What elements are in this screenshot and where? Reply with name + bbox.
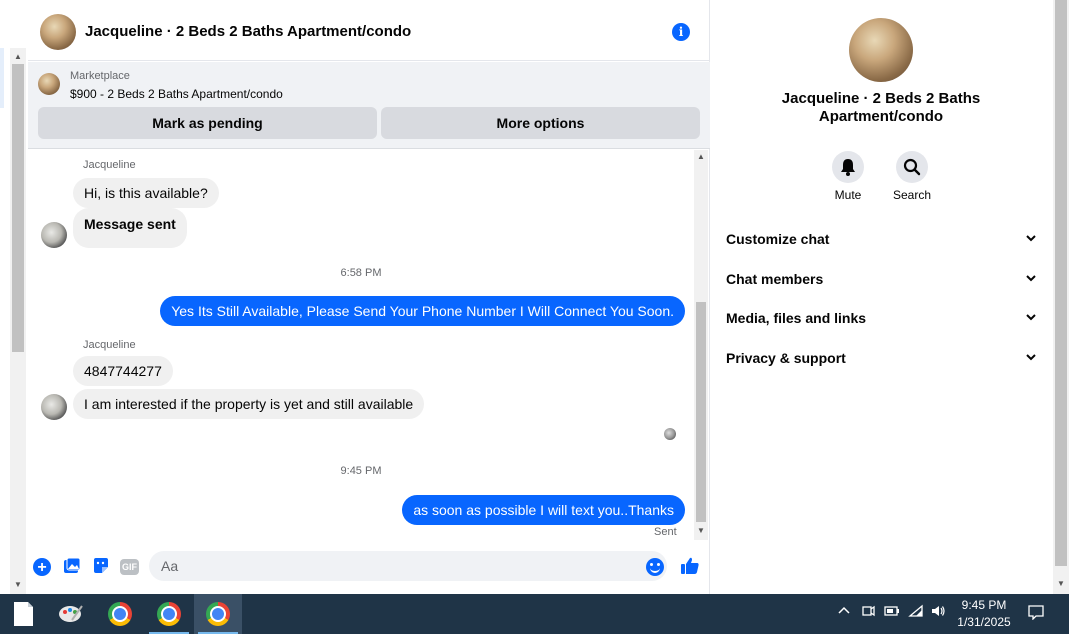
conversation-avatar[interactable] xyxy=(40,14,76,50)
mute-label: Mute xyxy=(834,188,862,202)
sender-avatar[interactable] xyxy=(41,394,67,420)
chrome-icon xyxy=(206,602,230,626)
incoming-message[interactable]: I am interested if the property is yet a… xyxy=(73,389,425,419)
clock-time[interactable]: 9:45 PM xyxy=(950,598,1018,612)
listing-thumbnail[interactable] xyxy=(38,73,60,95)
section-media-files-links[interactable]: Media, files and links xyxy=(726,300,1038,336)
composer: + GIF xyxy=(28,548,710,588)
conversation-title[interactable]: Jacqueline · 2 Beds 2 Baths Apartment/co… xyxy=(85,23,411,40)
chrome-icon xyxy=(157,602,181,626)
chevron-down-icon xyxy=(1026,354,1036,361)
taskbar-chrome-profile-active[interactable] xyxy=(194,594,242,634)
scrollbar-thumb[interactable] xyxy=(12,64,24,352)
incoming-message[interactable]: 4847744277 xyxy=(73,356,173,386)
chevron-down-icon xyxy=(1026,275,1036,282)
scroll-down-arrow[interactable]: ▼ xyxy=(1053,579,1069,588)
incoming-message[interactable]: Hi, is this available? xyxy=(73,178,219,208)
taskbar-file-explorer[interactable] xyxy=(0,594,48,634)
incoming-message[interactable]: Message sent xyxy=(73,208,187,248)
scroll-down-arrow[interactable]: ▼ xyxy=(10,578,26,592)
section-label: Customize chat xyxy=(726,231,830,247)
page-edge xyxy=(0,48,4,108)
chevron-up-icon[interactable] xyxy=(834,604,854,621)
timestamp: 6:58 PM xyxy=(340,267,382,279)
mute-button[interactable] xyxy=(832,151,864,183)
taskbar: 9:45 PM 1/31/2025 xyxy=(0,594,1069,634)
outgoing-message[interactable]: as soon as possible I will text you..Tha… xyxy=(402,495,685,525)
section-label: Chat members xyxy=(726,271,824,287)
listing-title[interactable]: $900 - 2 Beds 2 Baths Apartment/condo xyxy=(70,87,283,101)
scroll-up-arrow[interactable]: ▲ xyxy=(694,152,708,161)
taskbar-chrome-profile-a[interactable] xyxy=(145,594,193,634)
section-chat-members[interactable]: Chat members xyxy=(726,261,1038,297)
gif-icon[interactable]: GIF xyxy=(120,559,139,575)
sender-name: Jacqueline xyxy=(83,339,136,351)
chrome-icon xyxy=(108,602,132,626)
scrollbar-thumb[interactable] xyxy=(696,302,706,522)
chevron-down-icon xyxy=(1026,235,1036,242)
sticker-icon[interactable] xyxy=(91,557,111,577)
scrollbar-thumb[interactable] xyxy=(1055,0,1067,566)
volume-icon[interactable] xyxy=(928,604,948,621)
info-icon[interactable]: i xyxy=(672,23,690,41)
taskbar-chrome[interactable] xyxy=(96,594,144,634)
search-button[interactable] xyxy=(896,151,928,183)
outgoing-message[interactable]: Yes Its Still Available, Please Send You… xyxy=(160,296,685,326)
chat-window: Jacqueline · 2 Beds 2 Baths Apartment/co… xyxy=(28,0,710,594)
emoji-icon[interactable] xyxy=(646,558,664,576)
sender-name: Jacqueline xyxy=(83,159,136,171)
file-icon xyxy=(14,602,33,626)
like-icon[interactable] xyxy=(680,556,700,576)
taskbar-paint-app[interactable] xyxy=(48,594,96,634)
bell-icon xyxy=(841,159,855,176)
scroll-down-arrow[interactable]: ▼ xyxy=(694,526,708,535)
marketplace-label: Marketplace xyxy=(70,70,130,82)
notification-icon[interactable] xyxy=(1026,604,1046,623)
wifi-icon[interactable] xyxy=(906,604,926,621)
timestamp: 9:45 PM xyxy=(340,465,382,477)
message-list: Jacqueline Hi, is this available? Messag… xyxy=(28,150,694,540)
search-icon xyxy=(903,158,921,176)
more-options-button[interactable]: More options xyxy=(381,107,700,139)
palette-icon xyxy=(59,605,83,622)
section-label: Privacy & support xyxy=(726,350,846,366)
page-scrollbar[interactable]: ▲ ▼ xyxy=(10,48,26,594)
message-scrollbar[interactable]: ▲ ▼ xyxy=(694,150,708,540)
photo-icon[interactable] xyxy=(62,557,82,577)
scroll-up-arrow[interactable]: ▲ xyxy=(10,50,26,64)
plus-icon[interactable]: + xyxy=(33,558,51,576)
panel-avatar[interactable] xyxy=(849,18,913,82)
meet-now-icon[interactable] xyxy=(858,604,878,621)
section-customize-chat[interactable]: Customize chat xyxy=(726,221,1038,257)
section-label: Media, files and links xyxy=(726,310,867,326)
message-input[interactable] xyxy=(149,551,667,581)
sent-status: Sent xyxy=(654,526,677,538)
mark-as-pending-button[interactable]: Mark as pending xyxy=(38,107,377,139)
panel-title: Jacqueline · 2 Beds 2 Baths Apartment/co… xyxy=(781,90,981,125)
chat-header: Jacqueline · 2 Beds 2 Baths Apartment/co… xyxy=(28,3,710,61)
clock-date[interactable]: 1/31/2025 xyxy=(950,615,1018,629)
sender-avatar[interactable] xyxy=(41,222,67,248)
chat-info-panel: Jacqueline · 2 Beds 2 Baths Apartment/co… xyxy=(711,0,1053,594)
panel-scrollbar[interactable]: ▼ xyxy=(1053,0,1069,594)
section-privacy-support[interactable]: Privacy & support xyxy=(726,340,1038,376)
battery-icon[interactable] xyxy=(882,604,902,621)
seen-indicator xyxy=(664,428,676,440)
search-label: Search xyxy=(892,188,932,202)
marketplace-banner: Marketplace $900 - 2 Beds 2 Baths Apartm… xyxy=(28,62,710,149)
chevron-down-icon xyxy=(1026,314,1036,321)
